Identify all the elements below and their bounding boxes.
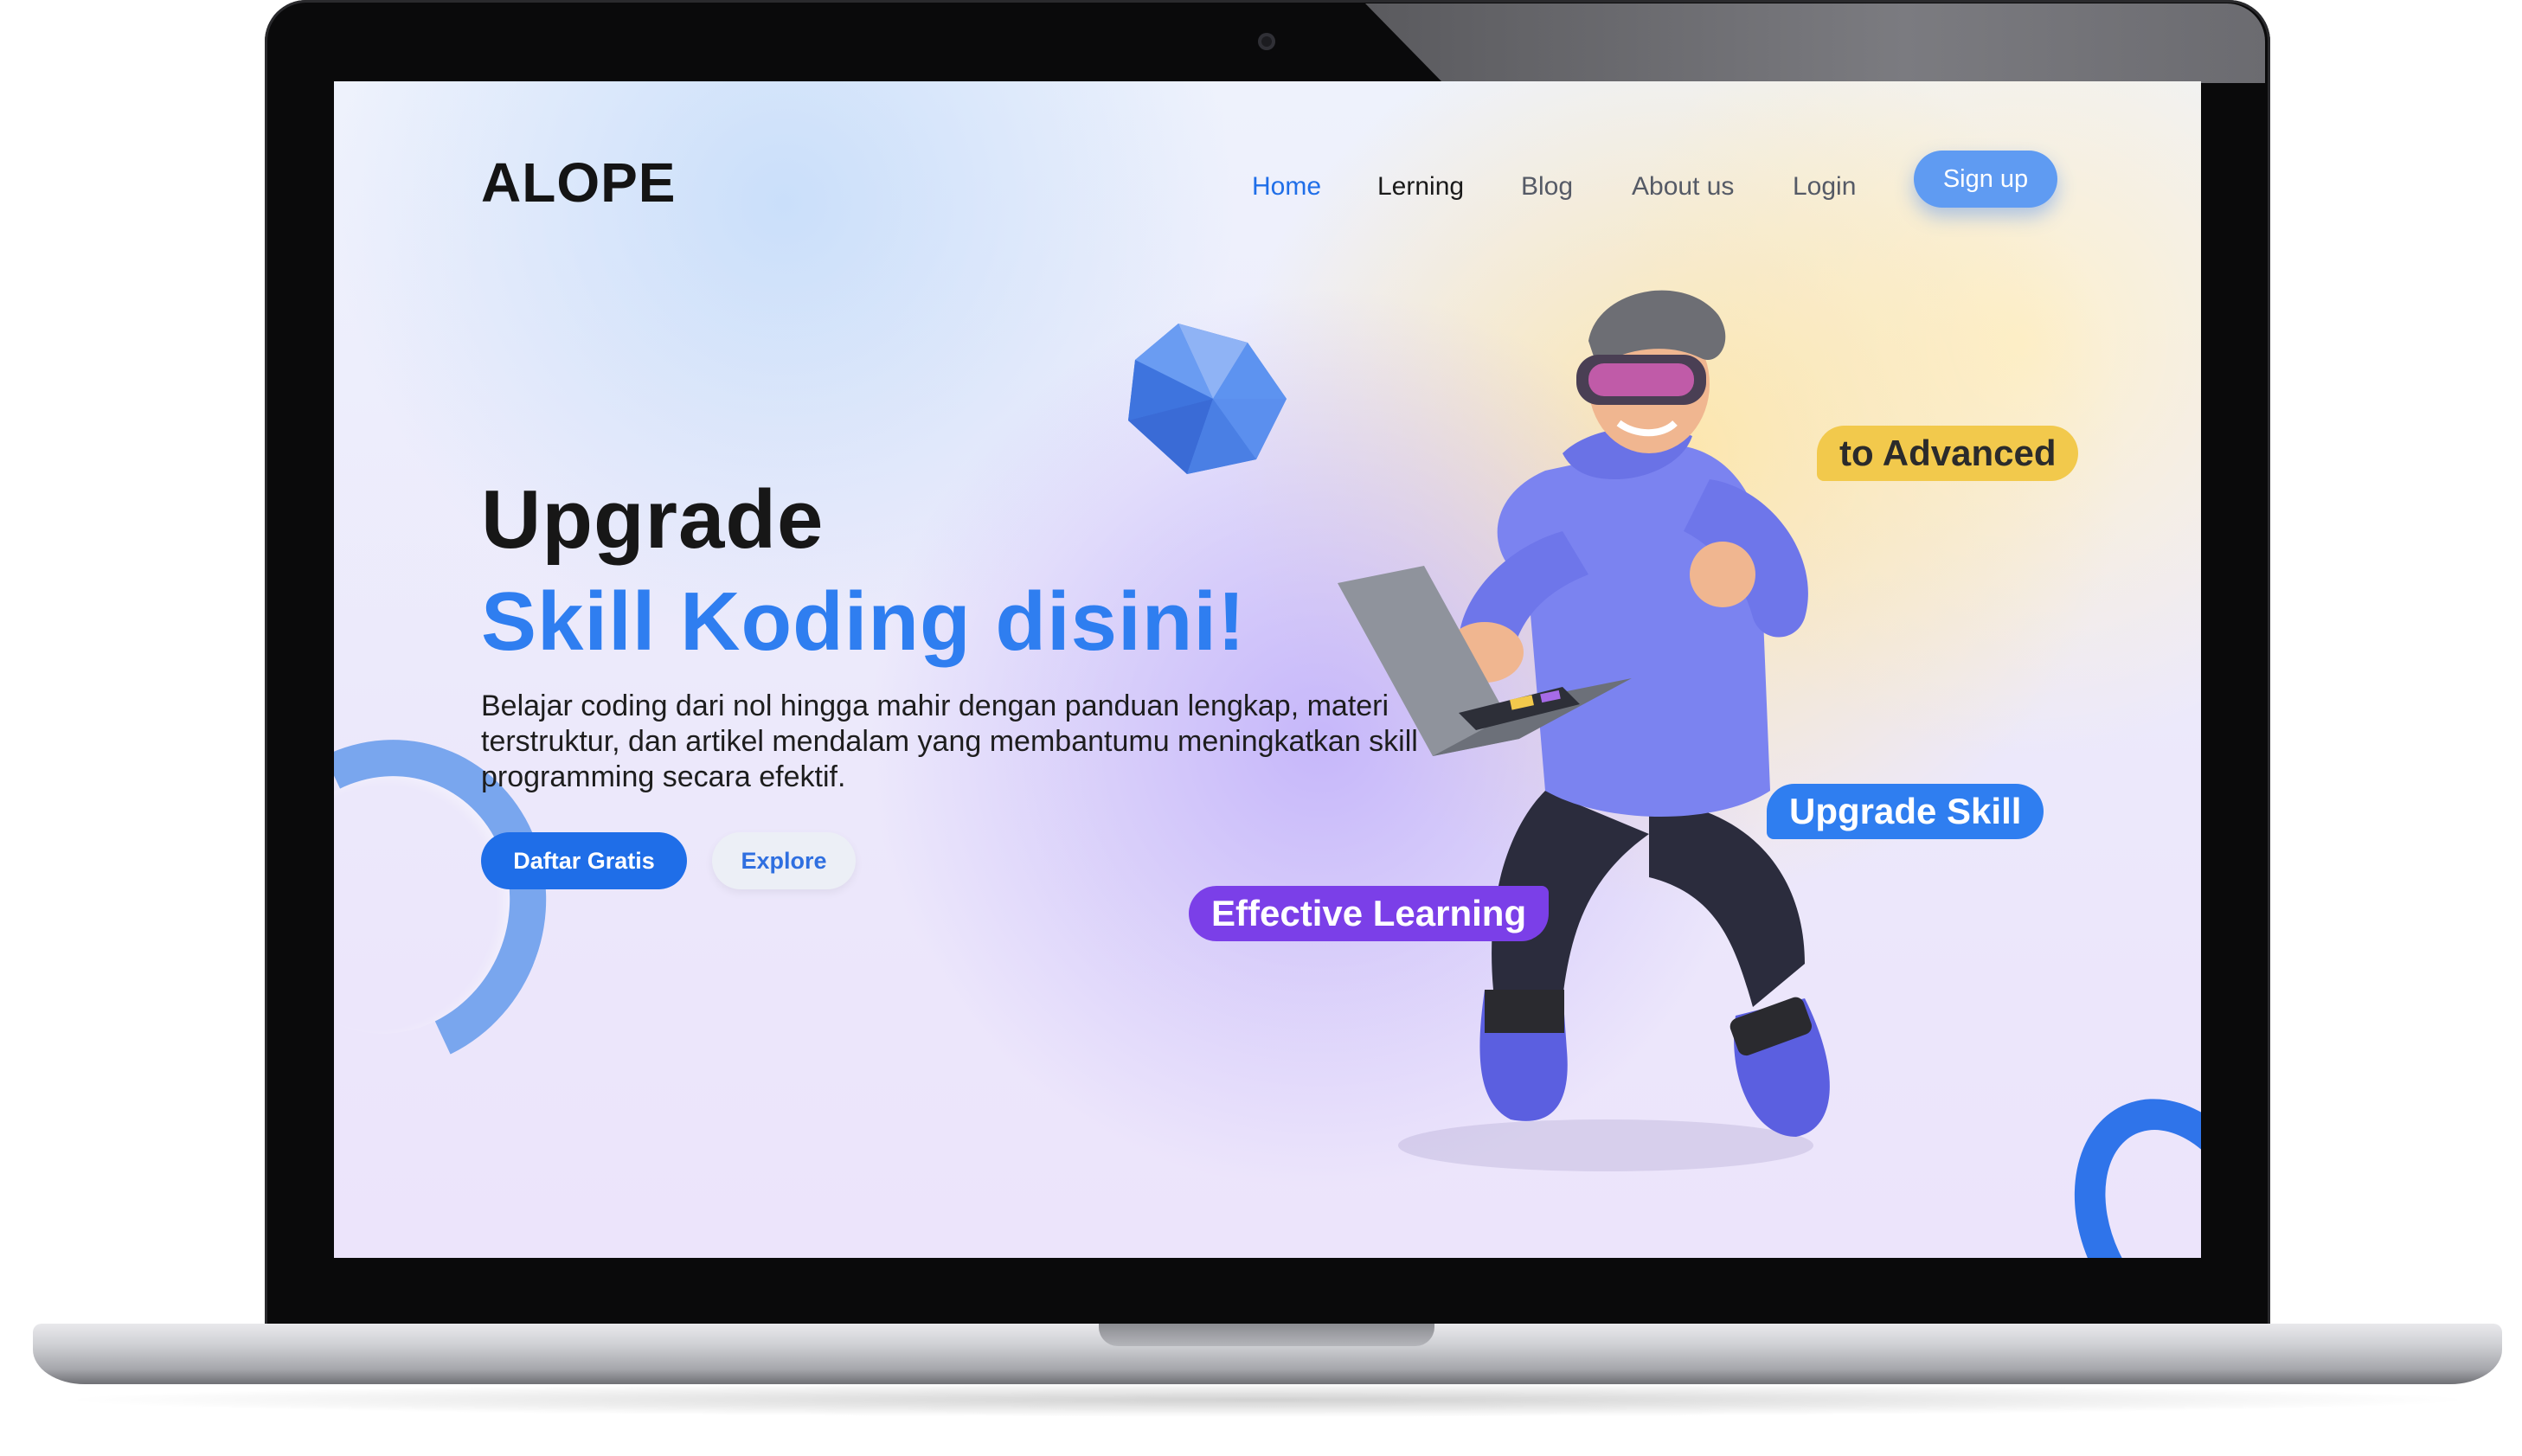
nav-login[interactable]: Login	[1793, 161, 1856, 213]
tag-effective-learning: Effective Learning	[1189, 886, 1550, 941]
hero-title-line1: Upgrade	[481, 473, 825, 566]
tag-upgrade-skill: Upgrade Skill	[1767, 784, 2044, 839]
ring-shape-right	[2035, 1065, 2201, 1258]
laptop-notch	[1099, 1324, 1434, 1346]
website-screen: ALOPE Home Lerning Blog About us Login S…	[334, 81, 2201, 1258]
hero-title-line2: Skill Koding disini!	[481, 575, 1246, 668]
lid-glare	[1365, 3, 2265, 83]
tag-to-advanced: to Advanced	[1817, 426, 2079, 481]
explore-button[interactable]: Explore	[712, 832, 856, 889]
daftar-gratis-button[interactable]: Daftar Gratis	[481, 832, 687, 889]
signup-button[interactable]: Sign up	[1914, 151, 2057, 208]
camera-icon	[1258, 33, 1275, 50]
nav-home[interactable]: Home	[1252, 161, 1321, 213]
hero-description: Belajar coding dari nol hingga mahir den…	[481, 690, 1418, 793]
nav-learning[interactable]: Lerning	[1377, 161, 1464, 213]
nav-about[interactable]: About us	[1632, 161, 1734, 213]
laptop-shadow	[52, 1382, 2483, 1417]
nav-blog[interactable]: Blog	[1521, 161, 1573, 213]
